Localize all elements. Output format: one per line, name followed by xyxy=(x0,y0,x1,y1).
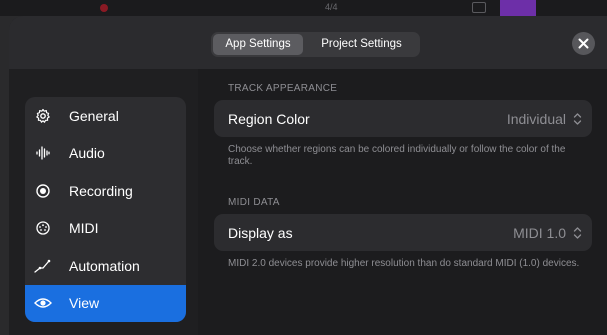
sidebar-item-label: Audio xyxy=(69,145,105,162)
sidebar-item-label: View xyxy=(69,295,100,312)
settings-category-list: General Audio Recording MIDI Automation … xyxy=(25,97,186,322)
sidebar-item-midi[interactable]: MIDI xyxy=(25,210,186,248)
sidebar-item-label: Recording xyxy=(69,182,133,199)
background-app-toolbar: 4/4 xyxy=(0,0,607,16)
sidebar-item-label: Automation xyxy=(69,257,140,274)
section-title-track-appearance: TRACK APPEARANCE xyxy=(228,83,338,94)
sidebar-item-label: MIDI xyxy=(69,220,99,237)
display-as-row[interactable]: Display as MIDI 1.0 xyxy=(214,214,592,251)
modal-header: App Settings Project Settings xyxy=(9,16,607,69)
up-down-chevron-icon xyxy=(573,112,582,125)
region-color-row[interactable]: Region Color Individual xyxy=(214,100,592,137)
settings-modal: App Settings Project Settings General Au… xyxy=(9,16,607,335)
settings-sidebar: General Audio Recording MIDI Automation … xyxy=(9,69,198,335)
background-purple-tile xyxy=(500,0,536,16)
background-window-icon xyxy=(472,2,486,13)
region-color-value: Individual xyxy=(506,110,566,127)
sidebar-item-recording[interactable]: Recording xyxy=(25,172,186,210)
display-as-description: MIDI 2.0 devices provide higher resoluti… xyxy=(228,258,580,269)
section-title-midi-data: MIDI DATA xyxy=(228,197,280,208)
automation-icon xyxy=(34,257,52,275)
tab-app-settings[interactable]: App Settings xyxy=(213,34,303,55)
background-counter: 4/4 xyxy=(325,2,338,12)
settings-content: TRACK APPEARANCE Region Color Individual… xyxy=(198,69,607,335)
region-color-description: Choose whether regions can be colored in… xyxy=(228,144,566,167)
display-as-value: MIDI 1.0 xyxy=(513,224,566,241)
sidebar-item-label: General xyxy=(69,107,119,124)
gear-icon xyxy=(34,107,52,125)
close-button[interactable] xyxy=(572,32,595,55)
record-indicator-icon xyxy=(100,4,108,12)
waveform-icon xyxy=(34,144,52,162)
midi-port-icon xyxy=(34,219,52,237)
display-as-label: Display as xyxy=(228,224,293,241)
region-color-label: Region Color xyxy=(228,110,310,127)
sidebar-item-general[interactable]: General xyxy=(25,97,186,135)
settings-scope-segmented-control: App Settings Project Settings xyxy=(211,32,420,57)
sidebar-item-view[interactable]: View xyxy=(25,284,186,322)
record-icon xyxy=(34,182,52,200)
tab-project-settings[interactable]: Project Settings xyxy=(305,34,418,55)
eye-icon xyxy=(34,294,52,312)
sidebar-item-audio[interactable]: Audio xyxy=(25,135,186,173)
up-down-chevron-icon xyxy=(573,226,582,239)
sidebar-item-automation[interactable]: Automation xyxy=(25,247,186,285)
close-icon xyxy=(578,38,589,49)
